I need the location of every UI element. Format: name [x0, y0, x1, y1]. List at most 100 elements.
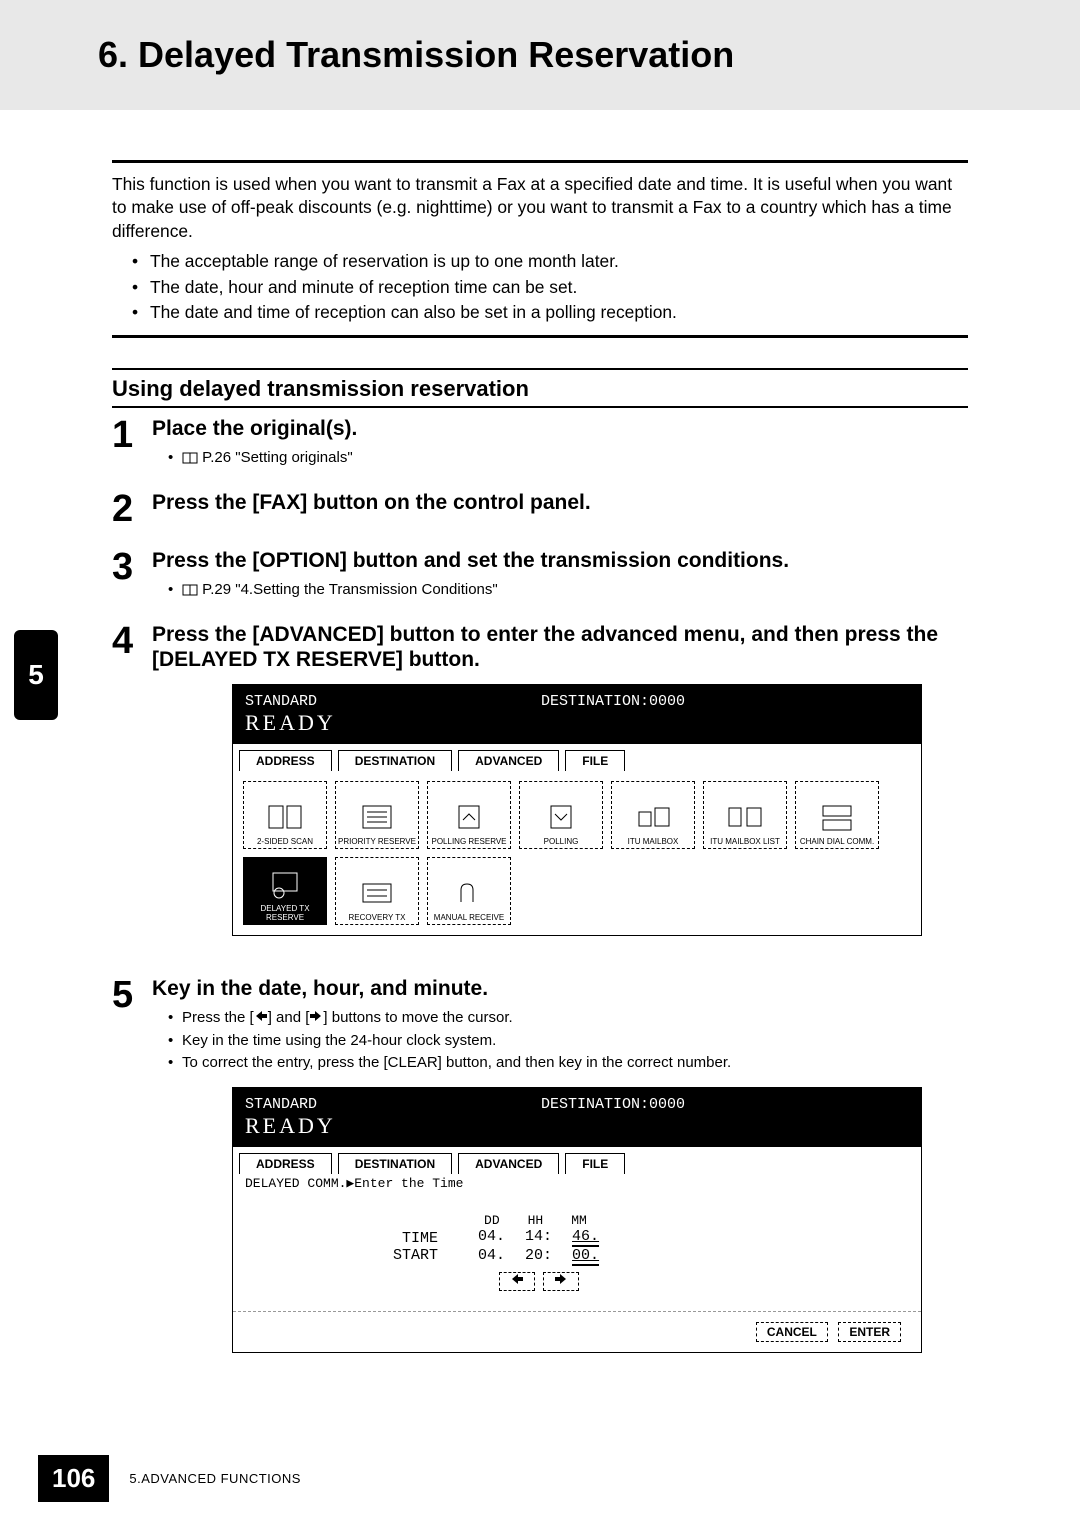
arrow-left-icon: [254, 1007, 268, 1019]
manual-receive-icon: [445, 873, 493, 913]
step-number: 1: [112, 416, 152, 470]
step-note: Key in the time using the 24-hour clock …: [168, 1030, 968, 1053]
cursor-left-button[interactable]: [499, 1272, 535, 1291]
step-ref: P.26 "Setting originals": [168, 447, 968, 470]
col-dd: DD: [484, 1213, 500, 1228]
time-hh: 14:: [525, 1228, 552, 1247]
start-row-label: START: [393, 1247, 438, 1264]
intro-block: This function is used when you want to t…: [112, 160, 968, 338]
intro-bullet: The date and time of reception can also …: [132, 300, 968, 325]
opt-priority-reserve[interactable]: PRIORITY RESERVE: [335, 781, 419, 849]
fax-screen-advanced: STANDARD DESTINATION:0000 READY ADDRESS …: [232, 684, 922, 936]
opt-polling-reserve[interactable]: POLLING RESERVE: [427, 781, 511, 849]
scr-ready: READY: [245, 1113, 909, 1139]
step-number: 3: [112, 548, 152, 602]
opt-itu-mailbox-list[interactable]: ITU MAILBOX LIST: [703, 781, 787, 849]
opt-label: RECOVERY TX: [349, 913, 406, 922]
opt-delayed-tx-reserve[interactable]: DELAYED TX RESERVE: [243, 857, 327, 925]
start-hh: 20:: [525, 1247, 552, 1266]
tab-advanced[interactable]: ADVANCED: [458, 1153, 559, 1174]
tab-destination[interactable]: DESTINATION: [338, 750, 452, 771]
step-title: Press the [OPTION] button and set the tr…: [152, 548, 968, 573]
scr-ready: READY: [245, 710, 909, 736]
tab-file[interactable]: FILE: [565, 750, 625, 771]
col-hh: HH: [528, 1213, 544, 1228]
step-2: 2 Press the [FAX] button on the control …: [112, 490, 968, 528]
footer-chapter: 5.ADVANCED FUNCTIONS: [129, 1471, 301, 1486]
step-1: 1 Place the original(s). P.26 "Setting o…: [112, 416, 968, 470]
chapter-side-tab: 5: [14, 630, 58, 720]
opt-itu-mailbox[interactable]: ITU MAILBOX: [611, 781, 695, 849]
priority-icon: [353, 797, 401, 837]
time-mm: 46.: [572, 1228, 599, 1247]
polling-reserve-icon: [445, 797, 493, 837]
page-number: 106: [38, 1455, 109, 1502]
tab-address[interactable]: ADDRESS: [239, 1153, 332, 1174]
intro-bullet: The date, hour and minute of reception t…: [132, 275, 968, 300]
delayed-tx-icon: [261, 864, 309, 904]
opt-label: 2-SIDED SCAN: [257, 837, 313, 846]
step-5: 5 Key in the date, hour, and minute. Pre…: [112, 976, 968, 1373]
step-number: 4: [112, 622, 152, 956]
opt-label: ITU MAILBOX: [628, 837, 679, 846]
tab-address[interactable]: ADDRESS: [239, 750, 332, 771]
mailbox-list-icon: [721, 797, 769, 837]
scr-destination: DESTINATION:0000: [541, 693, 685, 710]
opt-label: MANUAL RECEIVE: [434, 913, 504, 922]
chain-dial-icon: [813, 797, 861, 837]
tab-file[interactable]: FILE: [565, 1153, 625, 1174]
opt-label: POLLING: [544, 837, 579, 846]
scr-standard: STANDARD: [245, 693, 317, 710]
step-note: To correct the entry, press the [CLEAR] …: [168, 1052, 968, 1075]
step-note: Press the [ ] and [ ] buttons to move the …: [168, 1007, 968, 1030]
step-title: Key in the date, hour, and minute.: [152, 976, 968, 1001]
note-text: ] buttons to move the cursor.: [323, 1009, 512, 1026]
opt-label: POLLING RESERVE: [432, 837, 507, 846]
page-footer: 106 5.ADVANCED FUNCTIONS: [38, 1455, 301, 1502]
step-number: 5: [112, 976, 152, 1373]
ref-text: P.26 "Setting originals": [202, 449, 352, 466]
opt-label: PRIORITY RESERVE: [338, 837, 416, 846]
recovery-icon: [353, 873, 401, 913]
step-title: Press the [ADVANCED] button to enter the…: [152, 622, 968, 672]
arrow-right-icon: [309, 1007, 323, 1019]
note-text: ] and [: [268, 1009, 310, 1026]
opt-label: ITU MAILBOX LIST: [710, 837, 780, 846]
two-sided-icon: [261, 797, 309, 837]
note-text: Press the [: [182, 1009, 254, 1026]
opt-label: DELAYED TX RESERVE: [246, 904, 324, 922]
book-icon: [182, 447, 198, 470]
start-mm: 00.: [572, 1247, 599, 1266]
scr-tabs: ADDRESS DESTINATION ADVANCED FILE: [233, 1147, 921, 1174]
time-row-label: TIME: [393, 1230, 438, 1247]
section-title: Using delayed transmission reservation: [112, 368, 968, 408]
opt-polling[interactable]: POLLING: [519, 781, 603, 849]
opt-manual-receive[interactable]: MANUAL RECEIVE: [427, 857, 511, 925]
tab-destination[interactable]: DESTINATION: [338, 1153, 452, 1174]
cursor-right-button[interactable]: [543, 1272, 579, 1291]
opt-recovery-tx[interactable]: RECOVERY TX: [335, 857, 419, 925]
book-icon: [182, 579, 198, 602]
step-title: Place the original(s).: [152, 416, 968, 441]
scr-tabs: ADDRESS DESTINATION ADVANCED FILE: [233, 744, 921, 771]
cancel-button[interactable]: CANCEL: [756, 1322, 828, 1342]
enter-button[interactable]: ENTER: [838, 1322, 901, 1342]
opt-label: CHAIN DIAL COMM.: [800, 837, 874, 846]
step-4: 4 Press the [ADVANCED] button to enter t…: [112, 622, 968, 956]
polling-icon: [537, 797, 585, 837]
opt-2sided-scan[interactable]: 2-SIDED SCAN: [243, 781, 327, 849]
page-title: 6. Delayed Transmission Reservation: [98, 34, 1080, 76]
mailbox-icon: [629, 797, 677, 837]
intro-bullet: The acceptable range of reservation is u…: [132, 249, 968, 274]
fax-screen-time-entry: STANDARD DESTINATION:0000 READY ADDRESS …: [232, 1087, 922, 1353]
start-dd: 04.: [478, 1247, 505, 1266]
opt-chain-dial[interactable]: CHAIN DIAL COMM.: [795, 781, 879, 849]
step-title: Press the [FAX] button on the control pa…: [152, 490, 968, 515]
ref-text: P.29 "4.Setting the Transmission Conditi…: [202, 581, 498, 598]
scr-destination: DESTINATION:0000: [541, 1096, 685, 1113]
header-band: 6. Delayed Transmission Reservation: [0, 0, 1080, 110]
step-3: 3 Press the [OPTION] button and set the …: [112, 548, 968, 602]
time-dd: 04.: [478, 1228, 505, 1247]
step-number: 2: [112, 490, 152, 528]
tab-advanced[interactable]: ADVANCED: [458, 750, 559, 771]
